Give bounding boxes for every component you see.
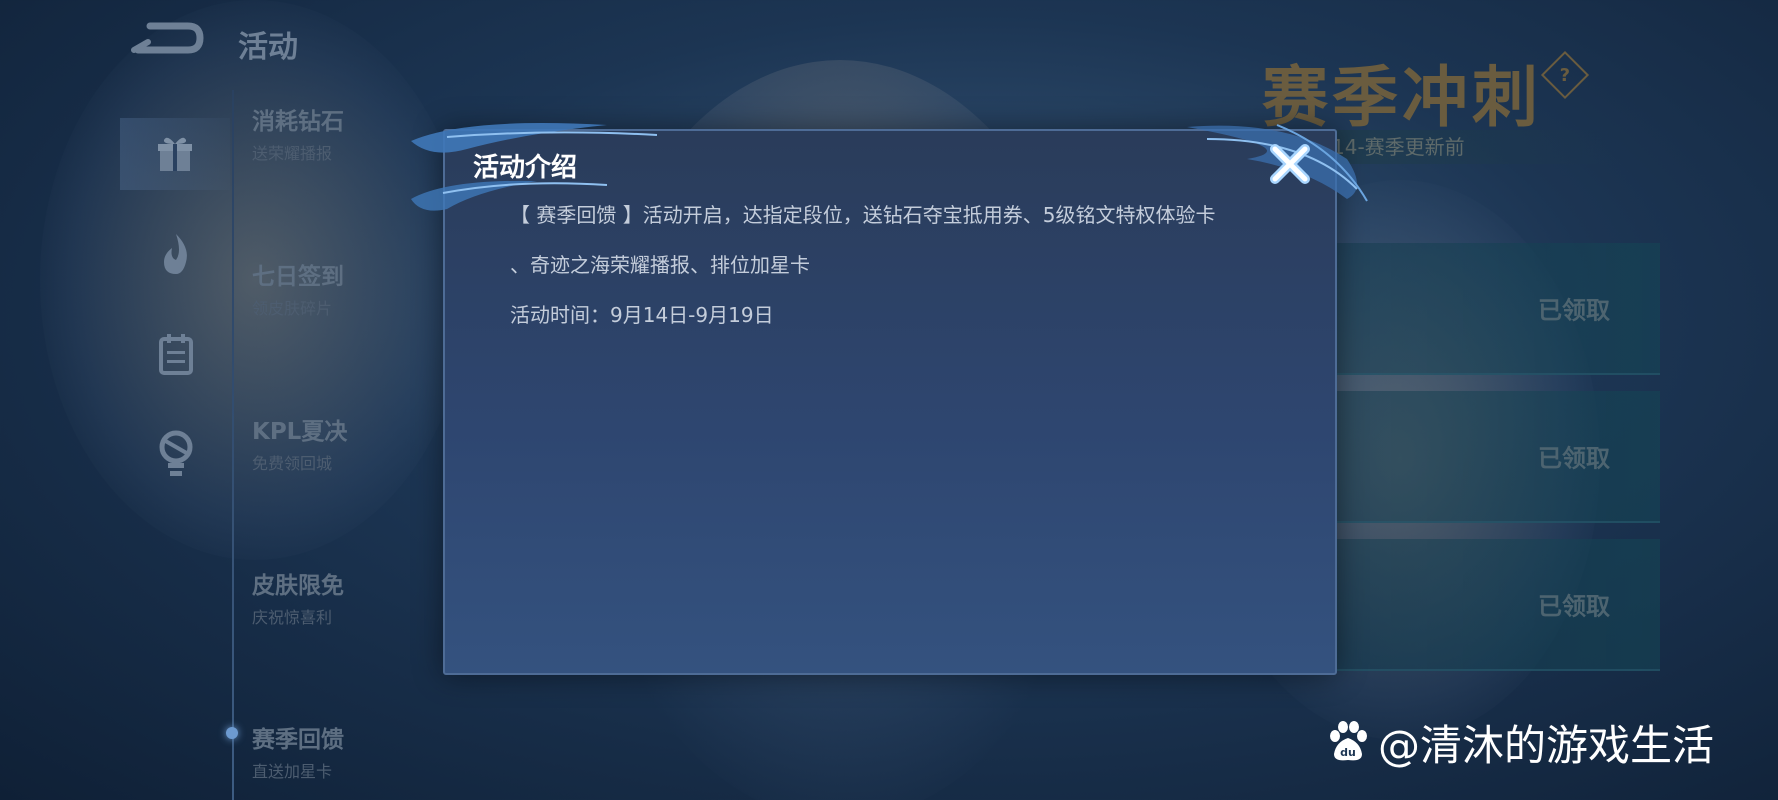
active-indicator-dot [226, 727, 238, 739]
back-arrow-icon[interactable] [130, 20, 204, 60]
menu-item-season-feedback[interactable]: 赛季回馈 直送加星卡 [252, 720, 344, 782]
menu-item-title: 皮肤限免 [252, 573, 344, 599]
sidebar-tab-hot[interactable] [150, 228, 202, 280]
sidebar-tab-event[interactable] [150, 428, 202, 480]
sidebar-tab-calendar[interactable] [150, 328, 202, 380]
menu-item-subtitle: 免费领回城 [252, 454, 333, 473]
sidebar-divider [232, 90, 234, 800]
dialog-body: 【 赛季回馈 】活动开启，达指定段位，送钻石夺宝抵用券、5级铭文特权体验卡 、奇… [510, 203, 1300, 353]
menu-item-subtitle: 送荣耀播报 [252, 144, 333, 163]
paw-icon: du [1330, 721, 1367, 761]
claimed-status: 已领取 [1538, 444, 1610, 473]
menu-item-title: 赛季回馈 [252, 727, 344, 753]
menu-item-skin[interactable]: 皮肤限免 庆祝惊喜利 [252, 566, 344, 628]
activity-time: 活动时间：9月14日-9月19日 [510, 303, 774, 327]
claimed-status: 已领取 [1538, 592, 1610, 621]
close-icon[interactable] [1267, 141, 1313, 187]
menu-item-title: 消耗钻石 [252, 109, 344, 135]
watermark-text: @清沐的游戏生活 [1378, 720, 1715, 770]
menu-item-signin[interactable]: 七日签到 领皮肤碎片 [252, 257, 344, 319]
description-line: 【 赛季回馈 】活动开启，达指定段位，送钻石夺宝抵用券、5级铭文特权体验卡 [510, 203, 1216, 227]
gift-icon [158, 137, 192, 171]
menu-item-title: 七日签到 [252, 264, 344, 290]
description-line: 、奇迹之海荣耀播报、排位加星卡 [510, 253, 810, 277]
menu-item-title: KPL夏决 [252, 419, 348, 445]
dialog-title: 活动介绍 [473, 153, 578, 183]
menu-item-subtitle: 直送加星卡 [252, 762, 333, 781]
calendar-icon [159, 334, 193, 375]
claimed-status: 已领取 [1538, 296, 1610, 325]
paw-label: du [1340, 746, 1356, 759]
menu-item-diamond[interactable]: 消耗钻石 送荣耀播报 [252, 102, 344, 164]
menu-item-subtitle: 庆祝惊喜利 [252, 608, 333, 627]
watermark: du @清沐的游戏生活 [1326, 716, 1714, 770]
menu-item-kpl[interactable]: KPL夏决 免费领回城 [252, 412, 347, 474]
trophy-icon [159, 430, 193, 476]
page-title: 活动 [238, 30, 298, 65]
sidebar-tab-gift[interactable] [120, 118, 230, 190]
activity-intro-dialog: 活动介绍 【 赛季回馈 】活动开启，达指定段位，送钻石夺宝抵用券、5级铭文特权体… [411, 123, 1368, 675]
flame-icon [164, 234, 187, 274]
help-glyph: ? [1559, 64, 1571, 86]
menu-item-subtitle: 领皮肤碎片 [252, 299, 333, 318]
